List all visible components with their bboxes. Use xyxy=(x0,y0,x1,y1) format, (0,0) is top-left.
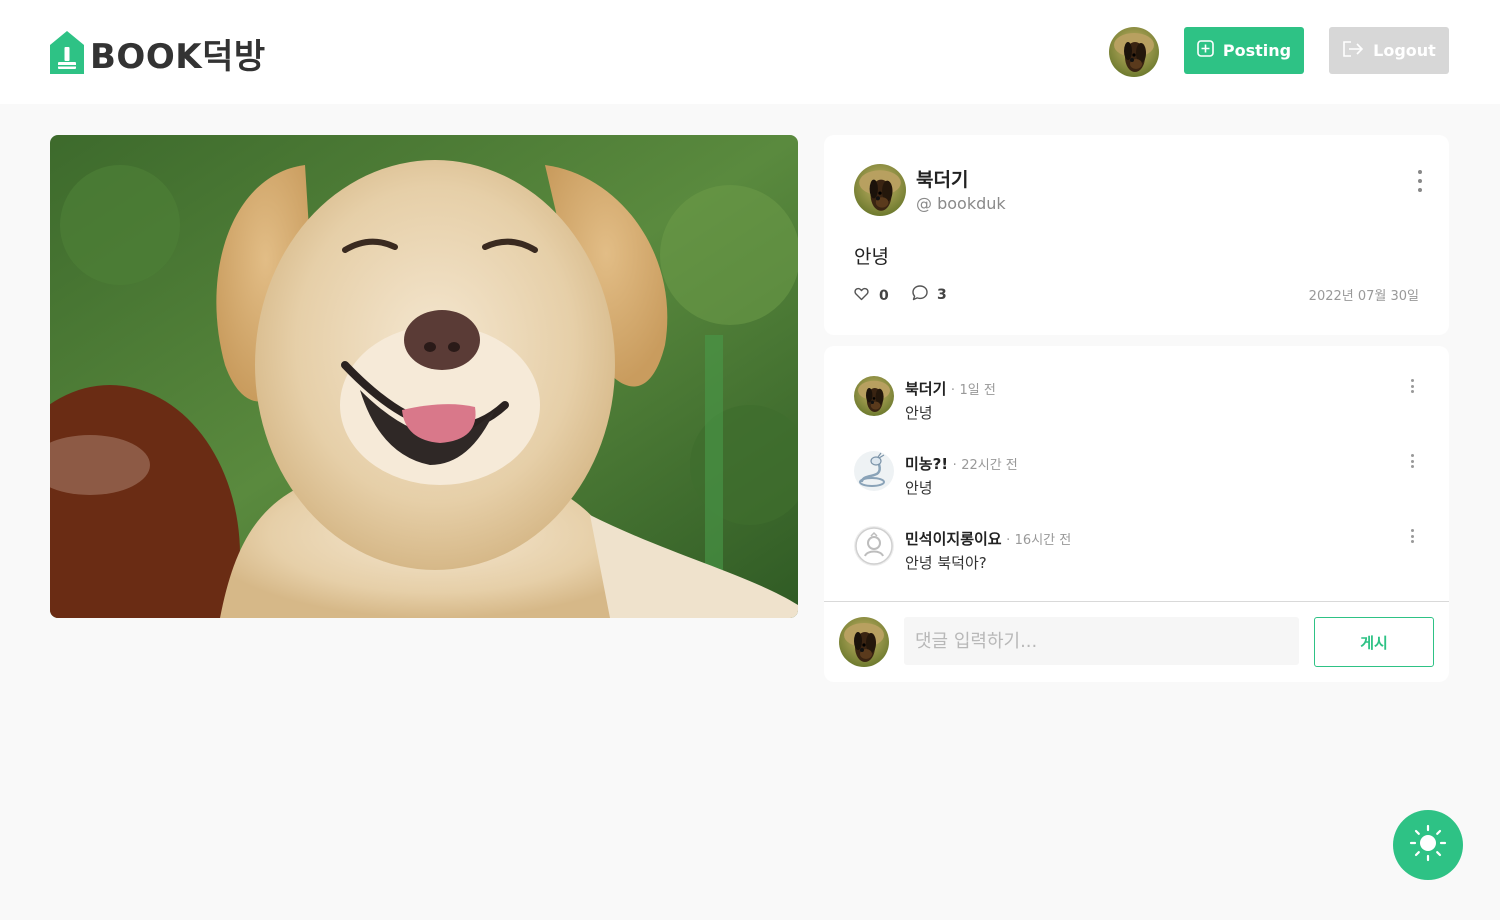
top-header: BOOK덕방 Posting Logout xyxy=(0,0,1500,104)
comment-item: 북더기 · 1일 전 안녕 xyxy=(854,376,1424,426)
post-author-id: @ bookduk xyxy=(916,194,1006,213)
comment-author[interactable]: 미농?! xyxy=(905,455,948,473)
brand-logo[interactable]: BOOK덕방 xyxy=(48,29,266,77)
comment-header: 민석이지롱이요 · 16시간 전 xyxy=(905,528,1071,549)
comment-author[interactable]: 북더기 xyxy=(905,380,946,398)
comment-header: 북더기 · 1일 전 xyxy=(905,378,996,399)
comment-time: 1일 전 xyxy=(959,383,996,398)
comment-more-menu[interactable] xyxy=(1406,378,1418,394)
like-button[interactable]: 0 xyxy=(854,286,889,305)
comment-time: 16시간 전 xyxy=(1014,533,1072,548)
posting-button[interactable]: Posting xyxy=(1184,27,1304,74)
comment-divider xyxy=(824,601,1449,602)
comments-card: 북더기 · 1일 전 안녕 미농?! · 22시간 전 안녕 민석이지롱이요 ·… xyxy=(824,346,1449,682)
user-avatar[interactable] xyxy=(1109,27,1159,77)
more-vertical-icon xyxy=(1410,529,1414,532)
comment-more-menu[interactable] xyxy=(1406,453,1418,469)
comment-count: 3 xyxy=(937,287,947,303)
more-vertical-icon xyxy=(1410,454,1414,457)
post-author-name[interactable]: 북더기 xyxy=(916,165,968,192)
like-count: 0 xyxy=(879,287,889,304)
comment-item: 미농?! · 22시간 전 안녕 xyxy=(854,451,1424,501)
house-book-icon xyxy=(48,30,86,76)
logout-button[interactable]: Logout xyxy=(1329,27,1449,74)
comment-more-menu[interactable] xyxy=(1406,528,1418,544)
comment-author[interactable]: 민석이지롱이요 xyxy=(905,530,1002,548)
brand-name: BOOK덕방 xyxy=(90,36,266,77)
post-more-menu[interactable] xyxy=(1410,167,1430,195)
comment-separator: · xyxy=(952,458,957,473)
comment-header: 미농?! · 22시간 전 xyxy=(905,453,1018,474)
post-author-avatar[interactable] xyxy=(854,164,906,216)
comment-time: 22시간 전 xyxy=(961,458,1018,473)
comment-avatar[interactable] xyxy=(854,451,894,491)
post-content: 안녕 xyxy=(854,246,889,268)
comment-avatar[interactable] xyxy=(854,376,894,416)
theme-toggle-button[interactable] xyxy=(1393,810,1463,880)
comment-input[interactable] xyxy=(904,617,1299,665)
comment-text: 안녕 북덕아? xyxy=(905,554,987,572)
current-user-avatar xyxy=(839,617,889,667)
logout-arrow-icon xyxy=(1342,40,1364,62)
logout-label: Logout xyxy=(1373,41,1436,60)
sun-icon xyxy=(1408,823,1448,867)
post-image xyxy=(50,135,798,618)
post-card: 북더기 @ bookduk 안녕 0 3 2022년 07월 30일 xyxy=(824,135,1449,335)
comment-submit-button[interactable]: 게시 xyxy=(1314,617,1434,667)
comment-avatar[interactable] xyxy=(854,526,894,566)
comment-count-button[interactable]: 3 xyxy=(911,284,947,306)
comment-item: 민석이지롱이요 · 16시간 전 안녕 북덕아? xyxy=(854,526,1424,576)
comment-separator: · xyxy=(950,383,955,398)
comment-text: 안녕 xyxy=(905,479,933,497)
more-vertical-icon xyxy=(1410,379,1414,382)
comment-separator: · xyxy=(1006,533,1011,548)
more-vertical-icon xyxy=(1418,170,1422,174)
comment-text: 안녕 xyxy=(905,404,933,422)
post-date: 2022년 07월 30일 xyxy=(1308,289,1419,304)
posting-label: Posting xyxy=(1222,41,1292,60)
heart-icon xyxy=(854,286,869,305)
plus-square-icon xyxy=(1197,40,1214,61)
speech-bubble-icon xyxy=(911,284,929,306)
